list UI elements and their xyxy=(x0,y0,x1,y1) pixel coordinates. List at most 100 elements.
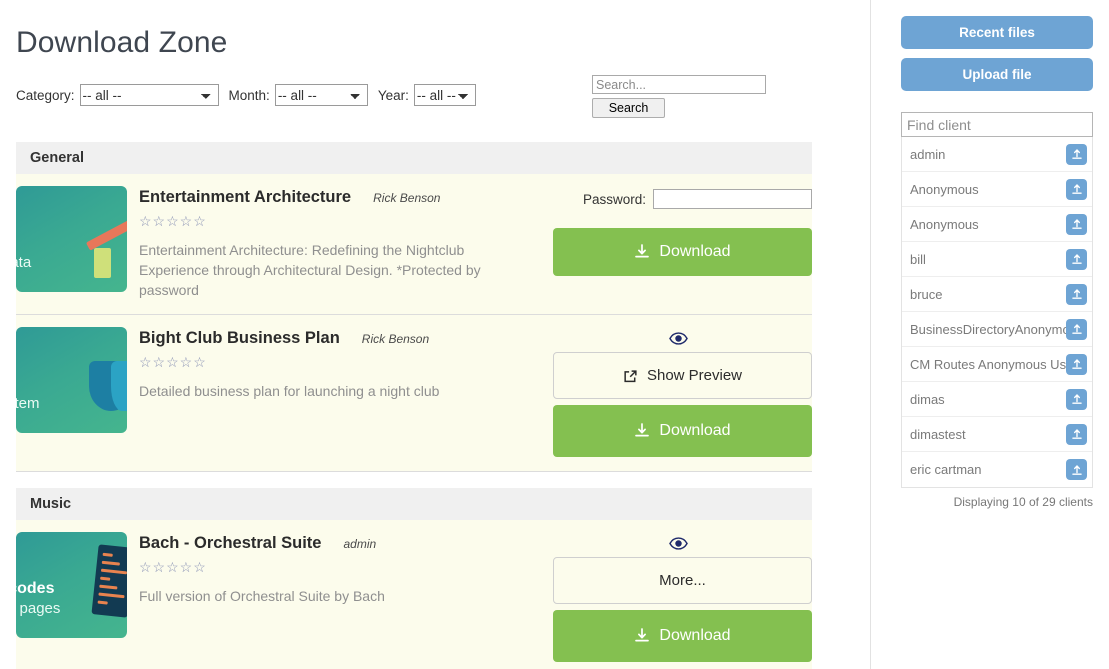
item-rating-stars[interactable]: ☆☆☆☆☆ xyxy=(139,355,544,369)
item-actions: Password: Download xyxy=(544,174,812,314)
find-client-input[interactable] xyxy=(901,112,1093,137)
item-body: Entertainment ArchitectureRick Benson☆☆☆… xyxy=(127,174,544,314)
download-zone-page: Download Zone Category: -- all -- Month:… xyxy=(0,0,1109,669)
preview-eye-row[interactable] xyxy=(544,329,812,349)
item-description: Entertainment Architecture: Redefining t… xyxy=(139,240,499,300)
section-heading: General xyxy=(16,142,812,174)
thumb-decoration-bar xyxy=(86,218,127,250)
item-rating-stars[interactable]: ☆☆☆☆☆ xyxy=(139,214,544,228)
thumb-text-line2: data xyxy=(16,254,31,271)
client-list-item[interactable]: Anonymous xyxy=(902,172,1092,207)
show-preview-button[interactable]: Show Preview xyxy=(553,352,812,399)
upload-icon[interactable] xyxy=(1066,354,1087,375)
item-body: Bight Club Business PlanRick Benson ☆☆☆☆☆… xyxy=(127,315,544,471)
item-description: Full version of Orchestral Suite by Bach xyxy=(139,586,499,606)
client-list-item[interactable]: bruce xyxy=(902,277,1092,312)
search-button[interactable]: Search xyxy=(592,98,665,118)
search-input[interactable] xyxy=(592,75,766,94)
thumb-barcode-line xyxy=(101,569,127,575)
item-rating-stars[interactable]: ☆☆☆☆☆ xyxy=(139,560,544,574)
category-label: Category: xyxy=(16,88,75,103)
thumb-decoration-block xyxy=(94,248,111,278)
find-client-block: admin Anonymous Anonymous bill bruce Business… xyxy=(901,112,1098,509)
download-button-label: Download xyxy=(659,422,730,440)
thumb-barcode-card xyxy=(91,544,127,617)
download-item-card: tsdataEntertainment ArchitectureRick Ben… xyxy=(16,174,812,315)
thumb-barcode-line xyxy=(98,593,124,599)
upload-icon[interactable] xyxy=(1066,214,1087,235)
client-list: admin Anonymous Anonymous bill bruce Business… xyxy=(901,137,1093,488)
thumb-shield-inner xyxy=(111,361,127,411)
upload-icon[interactable] xyxy=(1066,249,1087,270)
show-preview-label: More... xyxy=(659,572,706,589)
client-list-item[interactable]: BusinessDirectoryAnonymous xyxy=(902,312,1092,347)
download-icon xyxy=(634,627,650,645)
item-thumbnail-wrap: tsdata xyxy=(16,174,127,314)
month-label: Month: xyxy=(229,88,270,103)
client-list-item[interactable]: dimas xyxy=(902,382,1092,417)
client-name: Anonymous xyxy=(910,217,979,232)
client-list-item[interactable]: Anonymous xyxy=(902,207,1092,242)
download-button-label: Download xyxy=(659,243,730,261)
item-description: Detailed business plan for launching a n… xyxy=(139,381,499,401)
thumb-barcode-line xyxy=(100,577,110,581)
client-list-item[interactable]: dimastest xyxy=(902,417,1092,452)
category-select[interactable]: -- all -- xyxy=(80,84,219,106)
download-button[interactable]: Download xyxy=(553,228,812,276)
item-author: Rick Benson xyxy=(373,191,440,205)
thumb-barcode-line xyxy=(102,561,120,566)
item-actions: More... Download xyxy=(544,520,812,669)
download-item-card: rcodes or pages Bach - Orchestral Suite adm… xyxy=(16,520,812,669)
thumb-barcode-line xyxy=(99,585,117,590)
download-button[interactable]: Download xyxy=(553,610,812,662)
password-input[interactable] xyxy=(653,189,812,209)
show-preview-label: Show Preview xyxy=(647,367,742,384)
upload-icon[interactable] xyxy=(1066,459,1087,480)
client-list-item[interactable]: admin xyxy=(902,137,1092,172)
recent-files-button[interactable]: Recent files xyxy=(901,16,1093,49)
item-actions: Show Preview Download xyxy=(544,315,812,471)
item-thumbnail: erstem xyxy=(16,327,127,433)
filter-bar: Category: -- all -- Month: -- all -- Yea… xyxy=(16,84,870,132)
item-title: Bach - Orchestral Suite xyxy=(139,534,321,553)
upload-icon[interactable] xyxy=(1066,179,1087,200)
page-title: Download Zone xyxy=(16,26,870,60)
thumb-text-line1: rcodes xyxy=(16,580,54,598)
preview-eye-row[interactable] xyxy=(544,534,812,554)
thumb-barcode-line xyxy=(98,601,108,605)
item-title-row: Bight Club Business PlanRick Benson xyxy=(139,329,544,348)
eye-icon[interactable] xyxy=(669,330,688,348)
client-name: Anonymous xyxy=(910,182,979,197)
client-name: bruce xyxy=(910,287,943,302)
client-list-item[interactable]: eric cartman xyxy=(902,452,1092,487)
item-thumbnail-wrap: rcodes or pages xyxy=(16,520,127,669)
client-list-item[interactable]: CM Routes Anonymous User xyxy=(902,347,1092,382)
upload-icon[interactable] xyxy=(1066,144,1087,165)
client-name: eric cartman xyxy=(910,462,982,477)
sidebar: Recent files Upload file admin Anonymous A… xyxy=(871,0,1109,669)
download-item-card: erstemBight Club Business PlanRick Benso… xyxy=(16,315,812,472)
upload-icon[interactable] xyxy=(1066,284,1087,305)
external-link-icon xyxy=(623,367,638,384)
client-list-item[interactable]: bill xyxy=(902,242,1092,277)
upload-icon[interactable] xyxy=(1066,424,1087,445)
year-select[interactable]: -- all -- xyxy=(414,84,476,106)
download-button[interactable]: Download xyxy=(553,405,812,457)
thumb-text-line2: or pages xyxy=(16,600,60,617)
show-preview-button[interactable]: More... xyxy=(553,557,812,604)
section-heading: Music xyxy=(16,488,812,520)
upload-file-button[interactable]: Upload file xyxy=(901,58,1093,91)
item-title: Bight Club Business Plan xyxy=(139,329,340,348)
upload-icon[interactable] xyxy=(1066,389,1087,410)
client-name: dimas xyxy=(910,392,945,407)
main-content: Download Zone Category: -- all -- Month:… xyxy=(0,0,871,669)
sections-host: GeneraltsdataEntertainment ArchitectureR… xyxy=(0,142,870,669)
download-icon xyxy=(634,243,650,261)
client-list-footer: Displaying 10 of 29 clients xyxy=(901,495,1093,509)
month-select[interactable]: -- all -- xyxy=(275,84,368,106)
item-thumbnail: tsdata xyxy=(16,186,127,292)
upload-icon[interactable] xyxy=(1066,319,1087,340)
eye-icon[interactable] xyxy=(669,535,688,553)
item-author: admin xyxy=(343,537,376,551)
password-label: Password: xyxy=(583,192,646,207)
